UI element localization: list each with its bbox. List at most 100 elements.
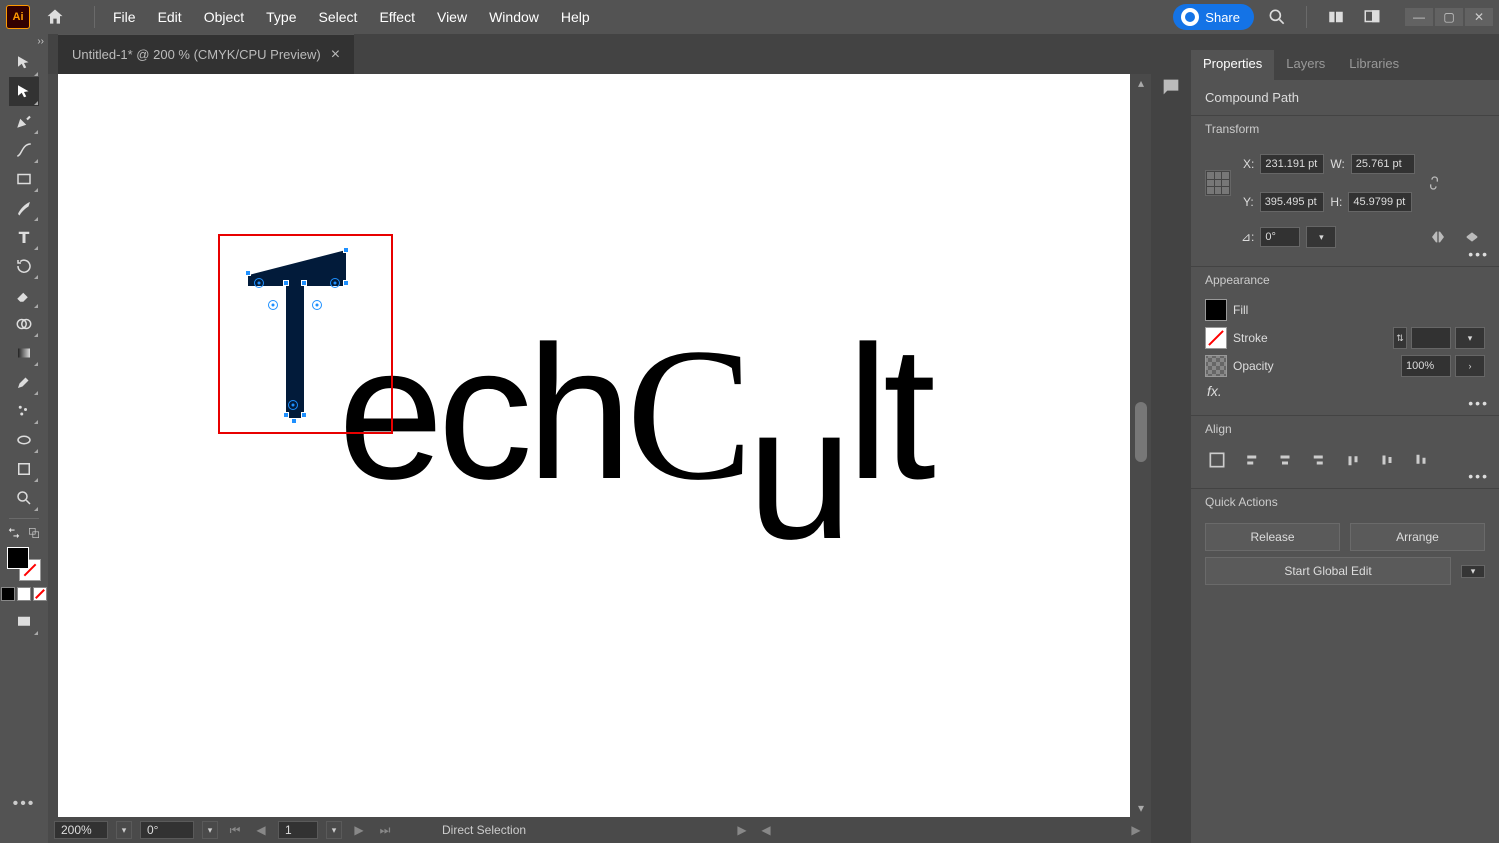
gradient-mode-icon[interactable] [17,587,31,601]
menu-window[interactable]: Window [479,5,549,29]
last-artboard-icon[interactable]: ⏭ [376,821,394,839]
artboard[interactable]: echCult [58,74,1130,817]
hscroll-left-icon[interactable]: ◀ [757,821,775,839]
arrange-button[interactable]: Arrange [1350,523,1485,551]
rotation-field[interactable]: 0° [140,821,194,839]
anchor-point[interactable] [343,247,349,253]
eyedropper-tool[interactable] [9,367,39,396]
artboard-dropdown-icon[interactable]: ▾ [326,821,342,839]
direct-selection-tool[interactable] [9,77,39,106]
fill-stroke-swatch[interactable] [7,547,41,581]
scroll-track[interactable] [1131,92,1151,799]
fill-swatch[interactable] [7,547,29,569]
minimize-button[interactable]: — [1405,8,1433,26]
menu-select[interactable]: Select [309,5,368,29]
arrange-documents-button[interactable] [1323,4,1349,30]
opacity-input[interactable] [1401,355,1451,377]
corner-widget-icon[interactable] [254,278,264,288]
menu-help[interactable]: Help [551,5,600,29]
next-artboard-icon[interactable]: ▶ [350,821,368,839]
prev-artboard-icon[interactable]: ◀ [252,821,270,839]
stroke-weight-input[interactable] [1411,327,1451,349]
document-tab[interactable]: Untitled-1* @ 200 % (CMYK/CPU Preview) × [58,34,354,74]
menu-view[interactable]: View [427,5,477,29]
corner-widget-icon[interactable] [330,278,340,288]
w-input[interactable] [1351,154,1415,174]
anchor-point[interactable] [301,412,307,418]
selected-shape[interactable] [248,250,358,422]
stroke-weight-stepper[interactable]: ⇅ [1393,327,1407,349]
gradient-tool[interactable] [9,338,39,367]
close-button[interactable]: ✕ [1465,8,1493,26]
stroke-swatch[interactable] [1205,327,1227,349]
corner-widget-icon[interactable] [312,300,322,310]
artboard-field[interactable]: 1 [278,821,318,839]
reference-point-grid[interactable] [1205,170,1231,196]
more-options-icon[interactable]: ••• [1468,246,1489,262]
vertical-scrollbar[interactable]: ▴ ▾ [1131,74,1151,817]
type-tool[interactable] [9,222,39,251]
link-wh-icon[interactable] [1421,170,1447,196]
angle-input[interactable] [1260,227,1300,247]
rotation-dropdown-icon[interactable]: ▾ [202,821,218,839]
stroke-weight-dropdown-icon[interactable]: ▾ [1455,327,1485,349]
x-input[interactable] [1260,154,1324,174]
more-options-icon[interactable]: ••• [1468,468,1489,484]
align-hcenter-icon[interactable] [1273,448,1297,472]
tab-libraries[interactable]: Libraries [1337,50,1411,80]
release-button[interactable]: Release [1205,523,1340,551]
corner-widget-icon[interactable] [268,300,278,310]
menu-file[interactable]: File [103,5,146,29]
workspace-switcher-button[interactable] [1359,4,1385,30]
zoom-dropdown-icon[interactable]: ▾ [116,821,132,839]
scroll-up-icon[interactable]: ▴ [1131,74,1151,92]
angle-dropdown-icon[interactable]: ▾ [1306,226,1336,248]
curvature-tool[interactable] [9,135,39,164]
expand-toolbox-icon[interactable]: ›› [37,36,44,47]
fx-button[interactable]: fx. [1205,383,1222,399]
shape-builder-tool[interactable] [9,309,39,338]
anchor-point[interactable] [343,280,349,286]
zoom-tool[interactable] [9,483,39,512]
align-vcenter-icon[interactable] [1375,448,1399,472]
scroll-thumb[interactable] [1135,402,1147,462]
maximize-button[interactable]: ▢ [1435,8,1463,26]
corner-widget-icon[interactable] [288,400,298,410]
align-left-icon[interactable] [1239,448,1263,472]
start-global-edit-button[interactable]: Start Global Edit [1205,557,1451,585]
opacity-popup-icon[interactable]: › [1455,355,1485,377]
align-bottom-icon[interactable] [1409,448,1433,472]
home-button[interactable] [42,4,68,30]
fill-swatch[interactable] [1205,299,1227,321]
rotate-tool[interactable] [9,251,39,280]
default-fill-stroke-icon[interactable] [26,525,42,541]
share-button[interactable]: Share [1173,4,1254,30]
swap-fill-stroke-icon[interactable] [6,525,22,541]
anchor-point[interactable] [291,418,297,424]
anchor-point[interactable] [283,280,289,286]
edit-toolbar-button[interactable]: ••• [13,795,36,813]
panel-grip[interactable] [1191,34,1499,50]
menu-type[interactable]: Type [256,5,306,29]
tab-properties[interactable]: Properties [1191,50,1274,80]
menu-object[interactable]: Object [194,5,254,29]
search-button[interactable] [1264,4,1290,30]
zoom-field[interactable]: 200% [54,821,108,839]
symbol-sprayer-tool[interactable] [9,396,39,425]
h-input[interactable] [1348,192,1412,212]
pen-tool[interactable] [9,106,39,135]
global-edit-dropdown-icon[interactable]: ▾ [1461,565,1485,578]
menu-edit[interactable]: Edit [148,5,192,29]
flip-horizontal-icon[interactable] [1425,224,1451,250]
align-top-icon[interactable] [1341,448,1365,472]
close-tab-icon[interactable]: × [331,46,340,64]
hscroll-play-icon[interactable]: ▶ [733,821,751,839]
y-input[interactable] [1260,192,1324,212]
anchor-point[interactable] [245,270,251,276]
first-artboard-icon[interactable]: ⏮ [226,821,244,839]
color-mode-icon[interactable] [1,587,15,601]
tab-layers[interactable]: Layers [1274,50,1337,80]
paintbrush-tool[interactable] [9,193,39,222]
anchor-point[interactable] [283,412,289,418]
menu-effect[interactable]: Effect [369,5,425,29]
